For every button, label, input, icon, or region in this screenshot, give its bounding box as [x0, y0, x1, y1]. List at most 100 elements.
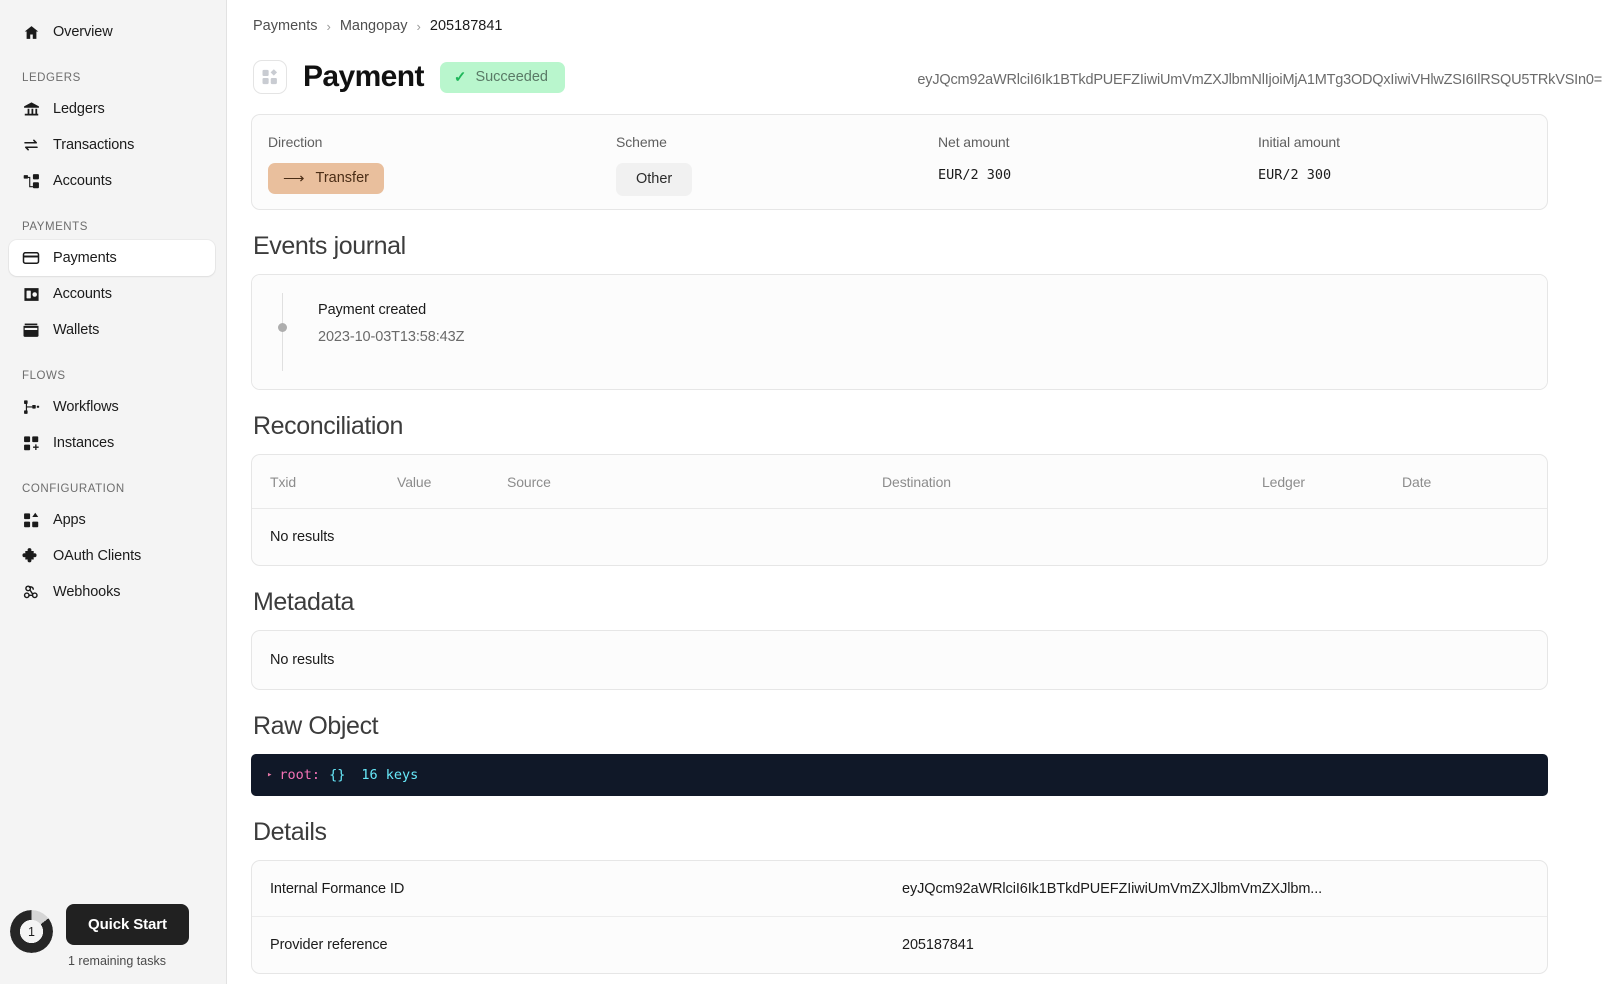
sidebar-item-label: Accounts — [53, 174, 112, 189]
metadata-title: Metadata — [253, 588, 1548, 617]
sidebar-group-ledgers: LEDGERS — [0, 72, 226, 84]
reconciliation-table: Txid Value Source Destination Ledger Dat… — [252, 455, 1547, 509]
arrow-right-icon: ⟶ — [283, 171, 305, 186]
summary-net-amount-label: Net amount — [938, 134, 1258, 150]
quick-start-widget[interactable]: 1 Quick Start 1 remaining tasks — [0, 904, 227, 968]
reconciliation-empty-state: No results — [252, 509, 1547, 565]
wallet-icon — [22, 321, 40, 339]
payment-token: eyJQcm92aWRlciI6Ik1BTkdPUEFZIiwiUmVmZXJl… — [917, 72, 1602, 88]
raw-object-key-count: 16 keys — [361, 767, 418, 783]
sidebar-item-payments[interactable]: Payments — [9, 240, 215, 276]
event-name: Payment created — [318, 302, 464, 318]
detail-value: 205187841 — [902, 937, 974, 953]
sidebar-item-payment-accounts[interactable]: Accounts — [9, 276, 215, 312]
sidebar-item-label: Payments — [53, 251, 117, 266]
column-header-destination[interactable]: Destination — [882, 455, 1262, 509]
column-header-date[interactable]: Date — [1402, 455, 1547, 509]
table-header: Txid Value Source Destination Ledger Dat… — [252, 455, 1547, 509]
detail-row: Provider reference 205187841 — [252, 917, 1547, 973]
sidebar-item-ledgers[interactable]: Ledgers — [9, 91, 215, 127]
hierarchy-icon — [22, 172, 40, 190]
column-header-source[interactable]: Source — [507, 455, 882, 509]
check-icon: ✓ — [454, 70, 467, 85]
sidebar-item-webhooks[interactable]: Webhooks — [9, 574, 215, 610]
sidebar-item-label: Instances — [53, 436, 114, 451]
event-content: Payment created 2023-10-03T13:58:43Z — [294, 293, 464, 371]
app-root: Overview LEDGERS Ledgers Transactions — [0, 0, 1602, 984]
breadcrumb-item-current: 205187841 — [430, 18, 503, 34]
summary-direction-label: Direction — [268, 134, 616, 150]
column-header-ledger[interactable]: Ledger — [1262, 455, 1402, 509]
sidebar-item-oauth-clients[interactable]: OAuth Clients — [9, 538, 215, 574]
summary-initial-amount-label: Initial amount — [1258, 134, 1525, 150]
puzzle-icon — [22, 547, 40, 565]
sidebar-item-overview[interactable]: Overview — [9, 14, 215, 50]
timeline-line — [282, 293, 283, 371]
sidebar-group-configuration: CONFIGURATION — [0, 483, 226, 495]
summary-initial-amount: Initial amount EUR/2 300 — [1258, 134, 1525, 183]
raw-object-title: Raw Object — [253, 712, 1548, 741]
detail-value: eyJQcm92aWRlciI6Ik1BTkdPUEFZIiwiUmVmZXJl… — [902, 881, 1322, 897]
raw-object-viewer[interactable]: ▸ root: {} 16 keys — [251, 754, 1548, 796]
detail-key: Provider reference — [252, 937, 902, 953]
column-header-value[interactable]: Value — [397, 455, 507, 509]
details-panel: Internal Formance ID eyJQcm92aWRlciI6Ik1… — [251, 860, 1548, 974]
summary-net-amount: Net amount EUR/2 300 — [938, 134, 1258, 183]
breadcrumb-item-payments[interactable]: Payments — [253, 18, 317, 34]
transfer-arrows-icon — [22, 136, 40, 154]
summary-net-amount-value: EUR/2 300 — [938, 167, 1258, 183]
event-item: Payment created 2023-10-03T13:58:43Z — [272, 293, 1547, 371]
table-header-row: Txid Value Source Destination Ledger Dat… — [252, 455, 1547, 509]
main-content: Payments › Mangopay › 205187841 Payment … — [227, 0, 1602, 984]
payment-summary-card: Direction ⟶ Transfer Scheme Other Net am… — [251, 114, 1548, 210]
progress-ring: 1 — [10, 910, 53, 953]
home-icon — [22, 23, 40, 41]
detail-row: Internal Formance ID eyJQcm92aWRlciI6Ik1… — [252, 861, 1547, 917]
sidebar-item-workflows[interactable]: Workflows — [9, 389, 215, 425]
summary-scheme-label: Scheme — [616, 134, 938, 150]
sidebar: Overview LEDGERS Ledgers Transactions — [0, 0, 227, 984]
sidebar-item-label: Webhooks — [53, 585, 120, 600]
sidebar-item-label: Accounts — [53, 287, 112, 302]
sidebar-item-wallets[interactable]: Wallets — [9, 312, 215, 348]
sidebar-item-instances[interactable]: Instances — [9, 425, 215, 461]
summary-initial-amount-value: EUR/2 300 — [1258, 167, 1525, 183]
page-title: Payment — [303, 62, 424, 92]
sidebar-item-transactions[interactable]: Transactions — [9, 127, 215, 163]
quick-start-content: Quick Start 1 remaining tasks — [66, 904, 189, 968]
workflow-icon — [22, 398, 40, 416]
summary-direction: Direction ⟶ Transfer — [268, 134, 616, 194]
direction-badge-label: Transfer — [316, 171, 369, 186]
metadata-panel: No results — [251, 630, 1548, 690]
breadcrumb-separator: › — [417, 19, 421, 34]
apps-grid-icon — [22, 511, 40, 529]
sidebar-item-ledger-accounts[interactable]: Accounts — [9, 163, 215, 199]
column-header-txid[interactable]: Txid — [252, 455, 397, 509]
timeline-marker — [272, 293, 294, 371]
sidebar-item-label: Apps — [53, 513, 86, 528]
instances-grid-icon — [22, 434, 40, 452]
summary-scheme: Scheme Other — [616, 134, 938, 196]
reconciliation-panel: Txid Value Source Destination Ledger Dat… — [251, 454, 1548, 566]
breadcrumb-item-mangopay[interactable]: Mangopay — [340, 18, 408, 34]
direction-badge: ⟶ Transfer — [268, 163, 384, 194]
timeline-dot-icon — [278, 323, 287, 332]
sidebar-item-label: Wallets — [53, 323, 99, 338]
details-title: Details — [253, 818, 1548, 847]
sidebar-item-label: Transactions — [53, 138, 134, 153]
expand-triangle-icon[interactable]: ▸ — [267, 770, 272, 780]
events-list: Payment created 2023-10-03T13:58:43Z — [252, 275, 1547, 389]
raw-object-root-label: root: — [279, 767, 320, 783]
sidebar-group-flows: FLOWS — [0, 370, 226, 382]
page-header: Payment ✓ Succeeded eyJQcm92aWRlciI6Ik1B… — [251, 60, 1548, 94]
sidebar-item-apps[interactable]: Apps — [9, 502, 215, 538]
sidebar-item-label: OAuth Clients — [53, 549, 141, 564]
events-journal-title: Events journal — [253, 232, 1548, 261]
sidebar-group-payments: PAYMENTS — [0, 221, 226, 233]
progress-ring-count: 1 — [10, 910, 53, 953]
status-badge-label: Succeeded — [475, 70, 548, 85]
event-timestamp: 2023-10-03T13:58:43Z — [318, 329, 464, 345]
sidebar-item-label: Overview — [53, 25, 113, 40]
status-badge: ✓ Succeeded — [440, 62, 565, 93]
quick-start-button[interactable]: Quick Start — [66, 904, 189, 945]
